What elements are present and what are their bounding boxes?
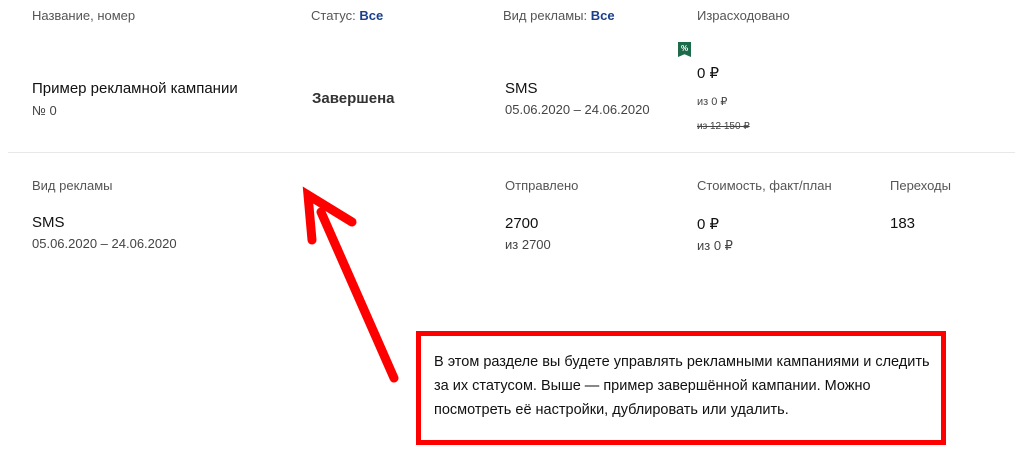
details-sent-cell: 2700 из 2700 [505, 215, 551, 252]
column-header-ad-type: Вид рекламы: Все [503, 8, 615, 23]
discount-badge-icon: % [678, 42, 691, 57]
details-cost: 0 ₽ [697, 216, 720, 233]
details-ad-type: SMS [32, 214, 65, 231]
details-cost-of: из 0 ₽ [697, 238, 733, 253]
details-cost-cell: 0 ₽ из 0 ₽ [697, 215, 733, 254]
campaign-spent-of: из 0 ₽ [697, 96, 728, 108]
details-sent: 2700 [505, 215, 539, 232]
details-header-cost: Стоимость, факт/план [697, 178, 832, 193]
campaign-number: № 0 [32, 103, 57, 118]
status-filter-link[interactable]: Все [359, 8, 383, 23]
details-clicks: 183 [890, 215, 916, 232]
campaign-ad-type: SMS [505, 80, 538, 97]
details-dates: 05.06.2020 – 24.06.2020 [32, 236, 177, 251]
arrow-head [302, 186, 357, 245]
campaign-ad-type-cell: SMS 05.06.2020 – 24.06.2020 [505, 80, 650, 117]
column-header-name: Название, номер [32, 8, 136, 23]
campaign-name[interactable]: Пример рекламной кампании [32, 80, 238, 97]
annotation-callout: В этом разделе вы будете управлять рекла… [416, 331, 946, 445]
details-type-cell: SMS 05.06.2020 – 24.06.2020 [32, 214, 177, 251]
column-header-spent: Израсходовано [697, 8, 790, 23]
status-label: Статус: [311, 8, 356, 23]
campaign-dates: 05.06.2020 – 24.06.2020 [505, 102, 650, 117]
ad-type-filter-link[interactable]: Все [591, 8, 615, 23]
details-sent-of: из 2700 [505, 237, 551, 252]
campaign-row[interactable]: Пример рекламной кампании № 0 [32, 80, 238, 118]
details-header-clicks: Переходы [890, 178, 951, 193]
arrow-shaft [316, 207, 399, 383]
campaign-spent-old: из 12 150 ₽ [697, 121, 750, 132]
campaign-status: Завершена [312, 90, 395, 107]
ad-type-label: Вид рекламы: [503, 8, 588, 23]
column-header-status: Статус: Все [311, 8, 383, 23]
details-header-type: Вид рекламы [32, 178, 113, 193]
row-divider [8, 152, 1015, 153]
details-header-sent: Отправлено [505, 178, 579, 193]
campaign-spent: 0 ₽ [697, 65, 720, 82]
annotation-text: В этом разделе вы будете управлять рекла… [434, 354, 930, 418]
